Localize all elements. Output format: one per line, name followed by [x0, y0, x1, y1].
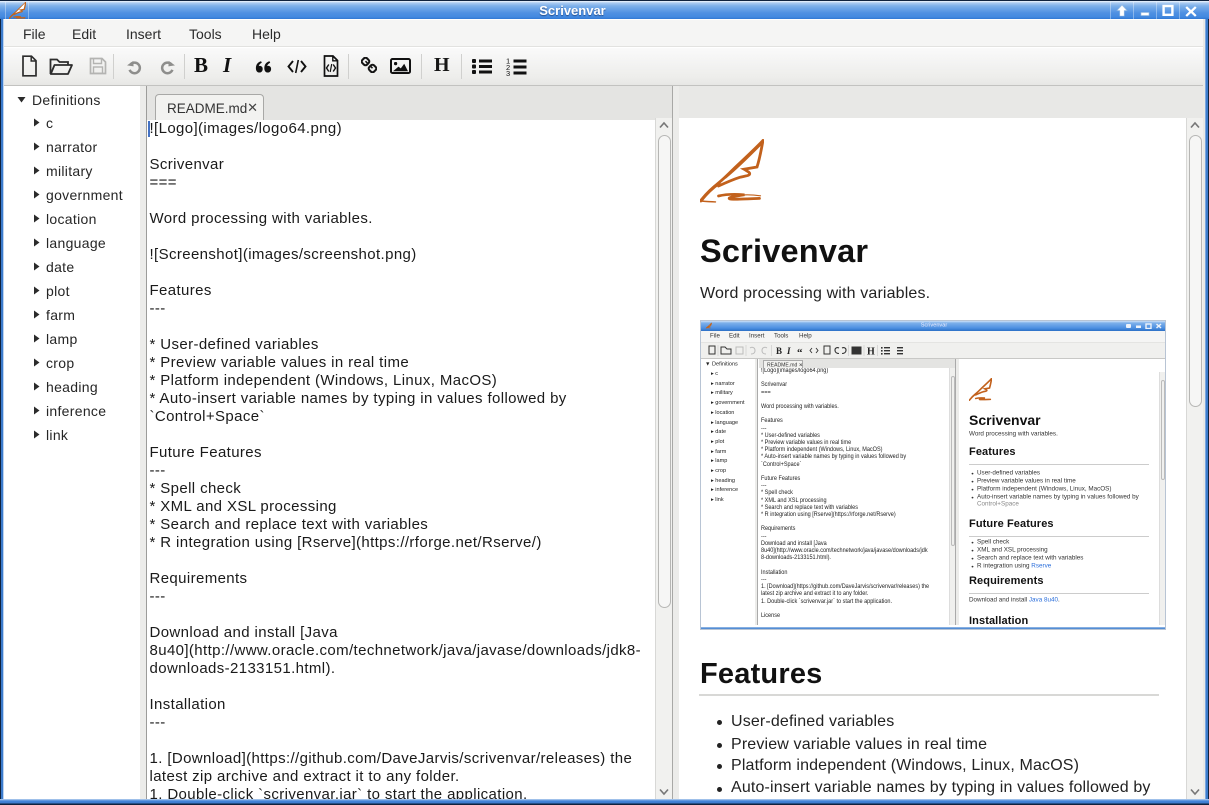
svg-text:H: H	[867, 347, 875, 358]
svg-text:I: I	[786, 346, 791, 356]
svg-text:3: 3	[506, 69, 510, 76]
svg-text:“: “	[797, 347, 803, 359]
svg-text:B: B	[776, 346, 782, 356]
